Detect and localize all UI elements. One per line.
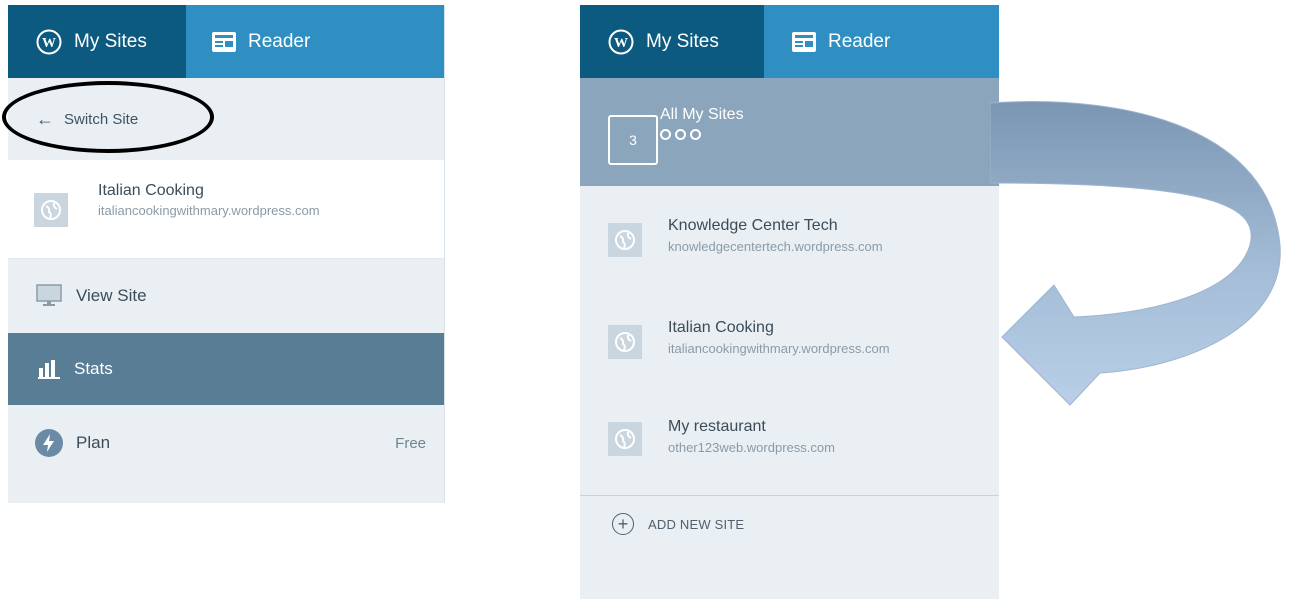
wordpress-logo-icon: W — [36, 29, 62, 55]
site-url: other123web.wordpress.com — [668, 440, 835, 455]
mini-wordpress-icon — [690, 129, 701, 140]
highlight-oval — [2, 81, 214, 153]
tab-my-sites-label: My Sites — [646, 30, 719, 52]
plus-circle-icon: + — [612, 513, 634, 535]
site-url: knowledgecentertech.wordpress.com — [668, 239, 883, 254]
plan-badge: Free — [395, 434, 426, 452]
site-count-box: 3 — [608, 115, 658, 165]
divider — [580, 495, 999, 496]
all-my-sites-label: All My Sites — [660, 106, 744, 123]
add-new-site-label: ADD NEW SITE — [648, 516, 745, 532]
site-item-italian-cooking[interactable]: Italian Cooking italiancookingwithmary.w… — [580, 303, 999, 393]
site-url: italiancookingwithmary.wordpress.com — [98, 203, 320, 218]
tab-my-sites[interactable]: W My Sites — [8, 5, 186, 78]
mini-wordpress-icon — [660, 129, 671, 140]
site-globe-icon — [608, 422, 642, 456]
site-globe-icon — [608, 325, 642, 359]
site-globe-icon — [34, 193, 68, 227]
current-site-card[interactable]: Italian Cooking italiancookingwithmary.w… — [8, 160, 444, 259]
masterbar-tabs: W My Sites Reader — [580, 5, 999, 78]
tab-reader-label: Reader — [248, 30, 311, 52]
site-item-my-restaurant[interactable]: My restaurant other123web.wordpress.com — [580, 400, 999, 490]
masterbar-tabs: W My Sites Reader — [8, 5, 444, 78]
menu-stats-label: Stats — [74, 359, 113, 378]
site-name: Knowledge Center Tech — [668, 217, 838, 234]
reader-icon — [212, 31, 236, 52]
site-name: Italian Cooking — [668, 319, 774, 336]
menu-plan[interactable]: Plan Free — [8, 405, 444, 481]
tab-my-sites[interactable]: W My Sites — [580, 5, 764, 78]
right-site-switcher-panel: W My Sites Reader 3 All My Sites Knowled… — [580, 5, 999, 599]
wordpress-logo-icon: W — [608, 29, 634, 55]
menu-stats[interactable]: Stats — [8, 333, 444, 405]
add-new-site-button[interactable]: + ADD NEW SITE — [612, 513, 744, 535]
site-item-knowledge-center-tech[interactable]: Knowledge Center Tech knowledgecentertec… — [580, 201, 999, 291]
site-url: italiancookingwithmary.wordpress.com — [668, 341, 890, 356]
site-name: Italian Cooking — [98, 182, 204, 199]
stats-bars-icon — [38, 359, 60, 379]
curved-arrow-annotation — [990, 101, 1281, 406]
monitor-icon — [36, 284, 62, 308]
svg-text:W: W — [42, 36, 56, 51]
site-name: My restaurant — [668, 418, 766, 435]
mini-site-icons — [660, 129, 701, 140]
mini-wordpress-icon — [675, 129, 686, 140]
tab-reader-label: Reader — [828, 30, 891, 52]
site-globe-icon — [608, 223, 642, 257]
menu-view-site-label: View Site — [76, 286, 147, 305]
svg-text:W: W — [614, 36, 628, 51]
plan-icon — [34, 428, 64, 458]
menu-plan-label: Plan — [76, 433, 111, 452]
reader-icon — [792, 31, 816, 52]
menu-view-site[interactable]: View Site — [8, 259, 444, 333]
tab-reader[interactable]: Reader — [764, 5, 999, 78]
tab-reader[interactable]: Reader — [186, 5, 444, 78]
all-my-sites-item[interactable]: 3 All My Sites — [580, 78, 999, 186]
left-sidebar-panel: W My Sites Reader ← Switch Site Italian … — [2, 5, 445, 503]
tab-my-sites-label: My Sites — [74, 30, 147, 52]
